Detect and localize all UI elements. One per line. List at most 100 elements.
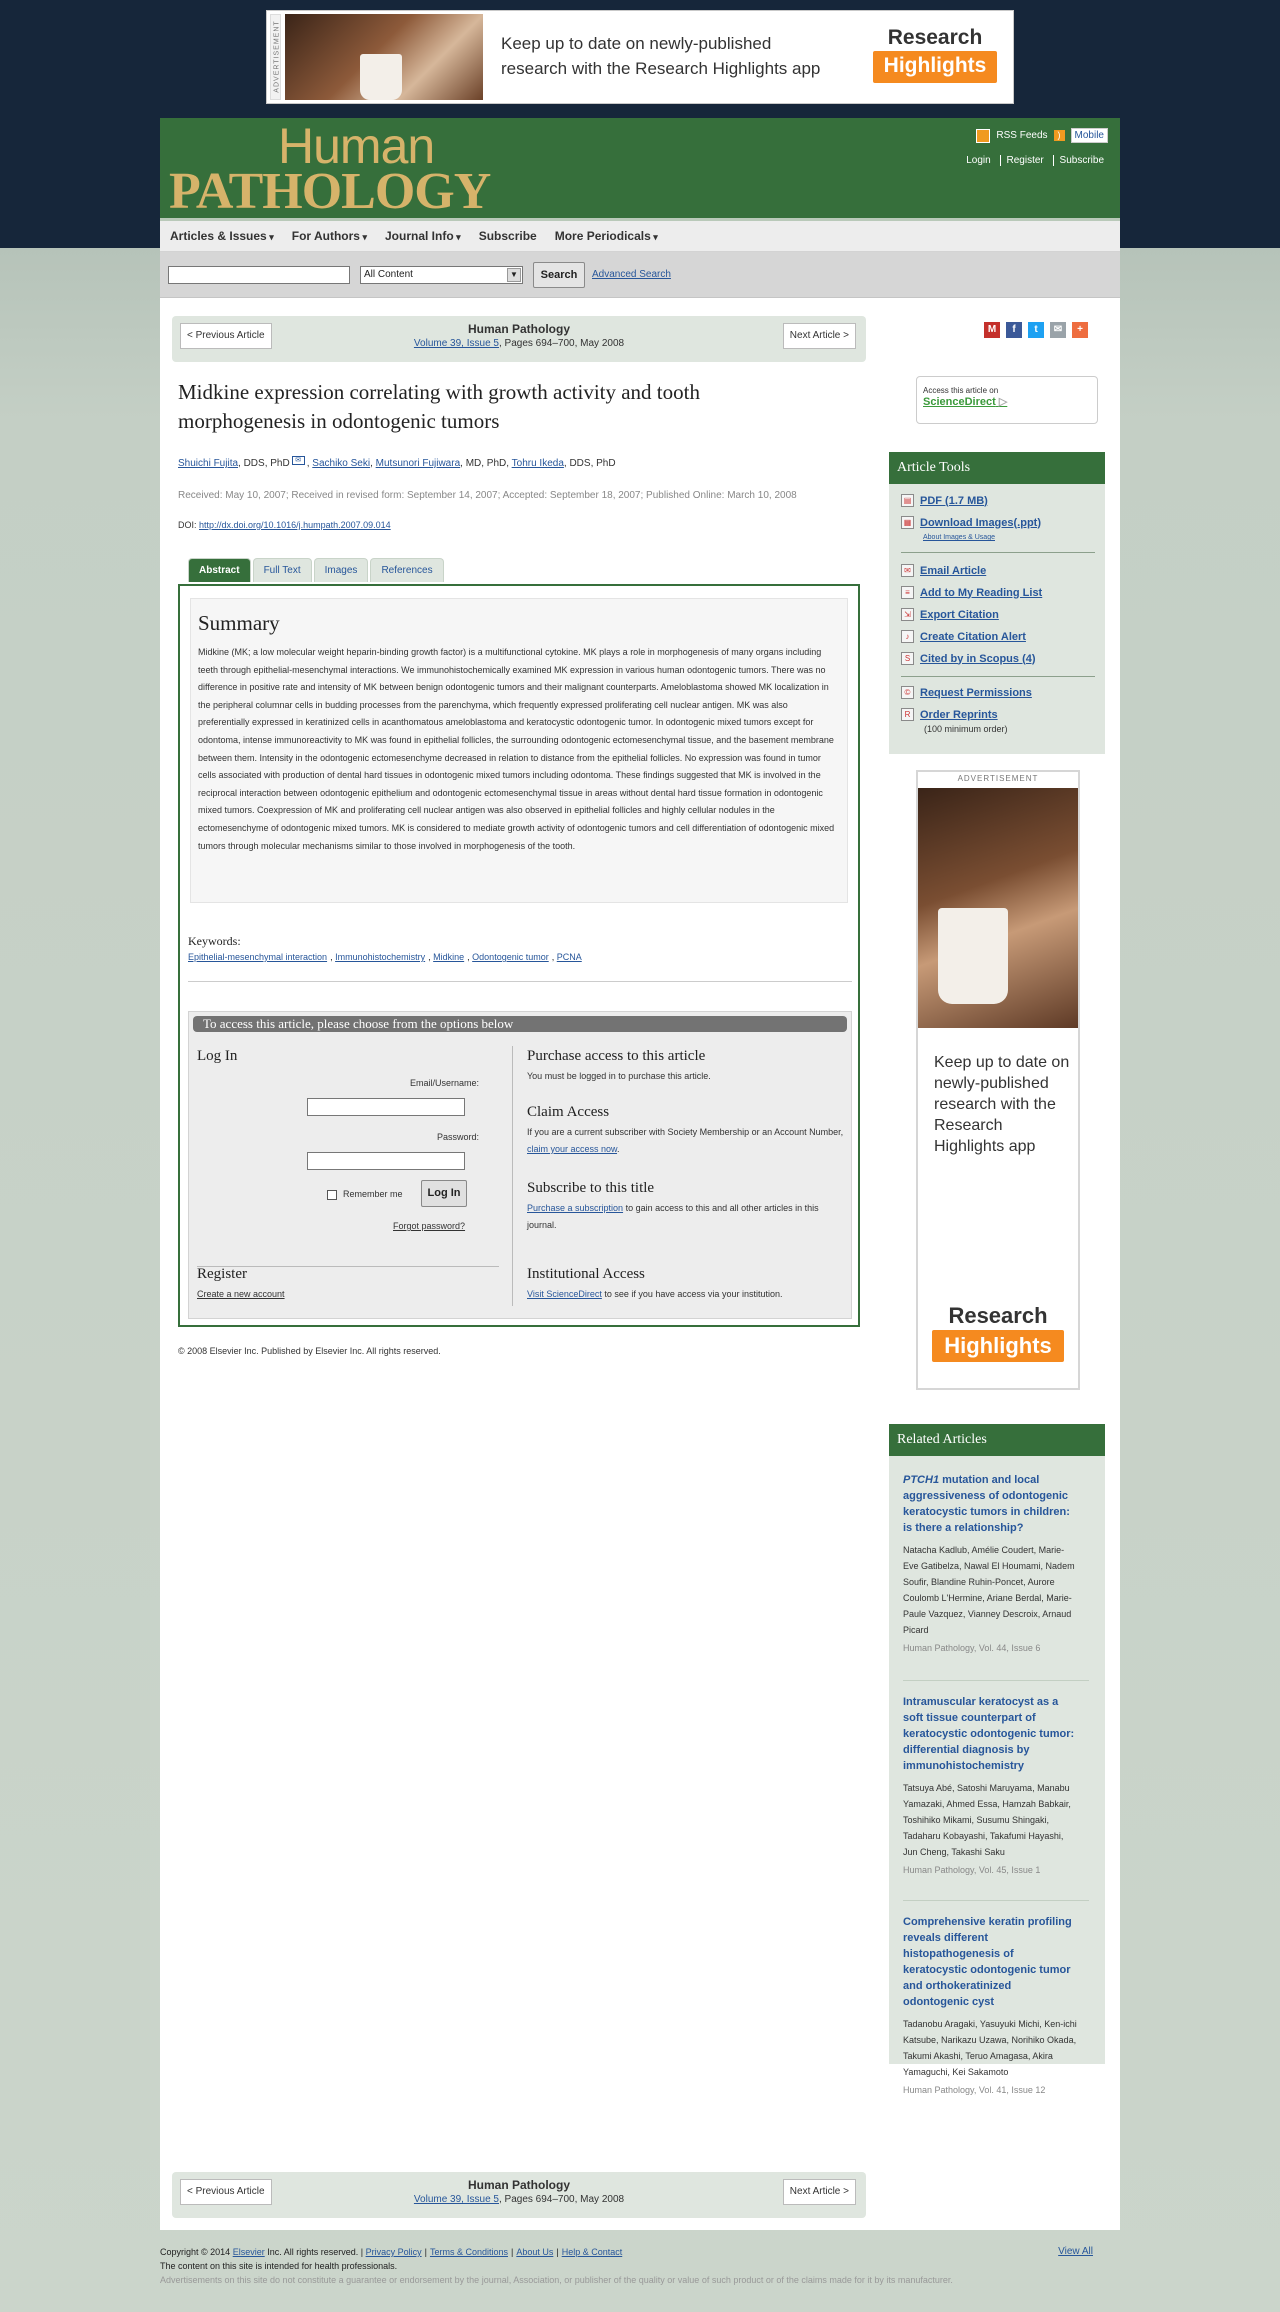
volume-issue-link[interactable]: Volume 39, Issue 5 bbox=[414, 2194, 499, 2205]
main-nav: Articles & Issues For Authors Journal In… bbox=[160, 218, 1120, 252]
register-link[interactable]: Register bbox=[999, 155, 1050, 166]
nav-more-periodicals[interactable]: More Periodicals bbox=[555, 229, 658, 243]
facebook-icon[interactable]: f bbox=[1006, 322, 1022, 338]
keyword-link[interactable]: Epithelial-mesenchymal interaction bbox=[188, 952, 327, 962]
email-field[interactable] bbox=[307, 1098, 465, 1116]
related-article-journal: Human Pathology, Vol. 45, Issue 1 bbox=[903, 1865, 1041, 1875]
about-us-link[interactable]: About Us bbox=[516, 2247, 553, 2257]
email-icon: ✉ bbox=[901, 564, 914, 577]
create-account-link[interactable]: Create a new account bbox=[197, 1286, 285, 1303]
email-label: Email/Username: bbox=[409, 1078, 479, 1088]
mendeley-icon[interactable]: M bbox=[984, 322, 1000, 338]
site-header: Human PATHOLOGY RSS Feeds ) Mobile Login… bbox=[160, 118, 1120, 220]
alert-bell-icon: ♪ bbox=[901, 630, 914, 643]
rss-icon[interactable]: ) bbox=[1053, 130, 1065, 141]
remember-me-label: Remember me bbox=[343, 1189, 403, 1199]
rss-feeds-link[interactable]: RSS Feeds bbox=[996, 130, 1047, 141]
about-images-link[interactable]: About Images & Usage bbox=[923, 534, 995, 541]
chevron-down-icon[interactable]: ▼ bbox=[507, 268, 521, 282]
password-label: Password: bbox=[436, 1132, 479, 1142]
export-citation-link[interactable]: Export Citation bbox=[920, 609, 999, 621]
email-article-link[interactable]: Email Article bbox=[920, 565, 986, 577]
elsevier-link[interactable]: Elsevier bbox=[233, 2247, 265, 2257]
next-article-button[interactable]: Next Article > bbox=[782, 2179, 856, 2205]
keywords-label: Keywords: bbox=[188, 934, 241, 948]
page-container: Human PATHOLOGY RSS Feeds ) Mobile Login… bbox=[160, 118, 1120, 2257]
institutional-access-text: Visit ScienceDirect to see if you have a… bbox=[527, 1289, 783, 1299]
feed-icon[interactable] bbox=[976, 128, 991, 143]
tab-images[interactable]: Images bbox=[313, 558, 369, 582]
pdf-link[interactable]: PDF (1.7 MB) bbox=[920, 495, 988, 507]
privacy-policy-link[interactable]: Privacy Policy bbox=[366, 2247, 422, 2257]
tab-abstract[interactable]: Abstract bbox=[188, 558, 251, 582]
email-icon[interactable]: ✉ bbox=[291, 456, 305, 465]
research-highlights-logo: Research Highlights bbox=[932, 1302, 1064, 1362]
request-permissions-link[interactable]: Request Permissions bbox=[920, 687, 1032, 699]
keyword-link[interactable]: Odontogenic tumor bbox=[472, 952, 549, 962]
footer-disclaimer: Advertisements on this site do not const… bbox=[160, 2275, 953, 2285]
nav-articles-issues[interactable]: Articles & Issues bbox=[170, 229, 274, 243]
top-advertisement[interactable]: ADVERTISEMENT Keep up to date on newly-p… bbox=[266, 10, 1014, 104]
search-input[interactable] bbox=[168, 266, 350, 284]
tab-references[interactable]: References bbox=[370, 558, 444, 582]
advanced-search-link[interactable]: Advanced Search bbox=[592, 269, 671, 280]
keyword-link[interactable]: Immunohistochemistry bbox=[335, 952, 425, 962]
scopus-link[interactable]: Cited by in Scopus (4) bbox=[920, 653, 1036, 665]
tab-full-text[interactable]: Full Text bbox=[252, 558, 312, 582]
help-contact-link[interactable]: Help & Contact bbox=[562, 2247, 623, 2257]
volume-info: Volume 39, Issue 5, Pages 694–700, May 2… bbox=[413, 338, 625, 349]
author-link[interactable]: Shuichi Fujita bbox=[178, 458, 238, 469]
nav-subscribe[interactable]: Subscribe bbox=[479, 229, 537, 243]
related-article-authors: Natacha Kadlub, Amélie Coudert, Marie-Ev… bbox=[903, 1545, 1075, 1635]
article-title: Midkine expression correlating with grow… bbox=[178, 380, 700, 433]
journal-name: Human Pathology bbox=[467, 2178, 570, 2192]
visit-sciencedirect-link[interactable]: Visit ScienceDirect bbox=[527, 1289, 602, 1299]
citation-alert-link[interactable]: Create Citation Alert bbox=[920, 631, 1026, 643]
download-images-link[interactable]: Download Images(.ppt) bbox=[920, 517, 1041, 529]
article-tools-heading: Article Tools bbox=[889, 452, 1105, 484]
login-button[interactable]: Log In bbox=[421, 1180, 467, 1207]
nav-for-authors[interactable]: For Authors bbox=[292, 229, 367, 243]
logo-pathology[interactable]: PATHOLOGY bbox=[169, 162, 491, 222]
article-tabs: Abstract Full Text Images References bbox=[188, 558, 444, 582]
claim-access-link[interactable]: claim your access now bbox=[527, 1144, 617, 1154]
forgot-password-link[interactable]: Forgot password? bbox=[393, 1218, 465, 1235]
related-article-title[interactable]: Intramuscular keratocyst as a soft tissu… bbox=[903, 1694, 1079, 1774]
related-article-title[interactable]: Comprehensive keratin profiling reveals … bbox=[903, 1914, 1079, 2010]
related-article-title[interactable]: PTCH1 mutation and local aggressiveness … bbox=[903, 1472, 1079, 1536]
terms-link[interactable]: Terms & Conditions bbox=[430, 2247, 508, 2257]
author-link[interactable]: Sachiko Seki bbox=[312, 458, 370, 469]
doi-link[interactable]: http://dx.doi.org/10.1016/j.humpath.2007… bbox=[199, 520, 391, 530]
sciencedirect-link[interactable]: ScienceDirect ▷ bbox=[923, 395, 1091, 408]
side-advertisement[interactable]: ADVERTISEMENT Keep up to date on newly-p… bbox=[916, 770, 1080, 1390]
remember-me-checkbox[interactable] bbox=[327, 1190, 337, 1200]
search-button[interactable]: Search bbox=[533, 262, 585, 288]
ad-photo bbox=[918, 788, 1078, 1028]
twitter-icon[interactable]: t bbox=[1028, 322, 1044, 338]
login-link[interactable]: Login bbox=[960, 155, 996, 166]
subscribe-text: Purchase a subscription to gain access t… bbox=[527, 1203, 819, 1230]
more-share-icon[interactable]: + bbox=[1072, 322, 1088, 338]
next-article-button[interactable]: Next Article > bbox=[782, 323, 856, 349]
email-share-icon[interactable]: ✉ bbox=[1050, 322, 1066, 338]
sciencedirect-box[interactable]: Access this article on ScienceDirect ▷ bbox=[916, 376, 1098, 424]
author-link[interactable]: Tohru Ikeda bbox=[512, 458, 564, 469]
footer-note: The content on this site is intended for… bbox=[160, 2261, 398, 2271]
purchase-subscription-link[interactable]: Purchase a subscription bbox=[527, 1203, 623, 1213]
related-article-authors: Tatsuya Abé, Satoshi Maruyama, Manabu Ya… bbox=[903, 1783, 1071, 1857]
ad-message: Keep up to date on newly-published resea… bbox=[934, 1054, 1070, 1155]
keyword-link[interactable]: PCNA bbox=[557, 952, 582, 962]
subscribe-link[interactable]: Subscribe bbox=[1052, 155, 1110, 166]
order-reprints-link[interactable]: Order Reprints bbox=[920, 709, 998, 721]
password-field[interactable] bbox=[307, 1152, 465, 1170]
search-scope-select[interactable]: All Content ▼ bbox=[360, 266, 523, 284]
keyword-link[interactable]: Midkine bbox=[433, 952, 464, 962]
volume-issue-link[interactable]: Volume 39, Issue 5 bbox=[414, 338, 499, 349]
claim-access-text: If you are a current subscriber with Soc… bbox=[527, 1127, 844, 1154]
reading-list-link[interactable]: Add to My Reading List bbox=[920, 587, 1042, 599]
access-bar: To access this article, please choose fr… bbox=[193, 1016, 847, 1032]
mobile-link[interactable]: Mobile bbox=[1070, 128, 1108, 143]
nav-journal-info[interactable]: Journal Info bbox=[385, 229, 461, 243]
author-link[interactable]: Mutsunori Fujiwara bbox=[376, 458, 460, 469]
scopus-icon: S bbox=[901, 652, 914, 665]
